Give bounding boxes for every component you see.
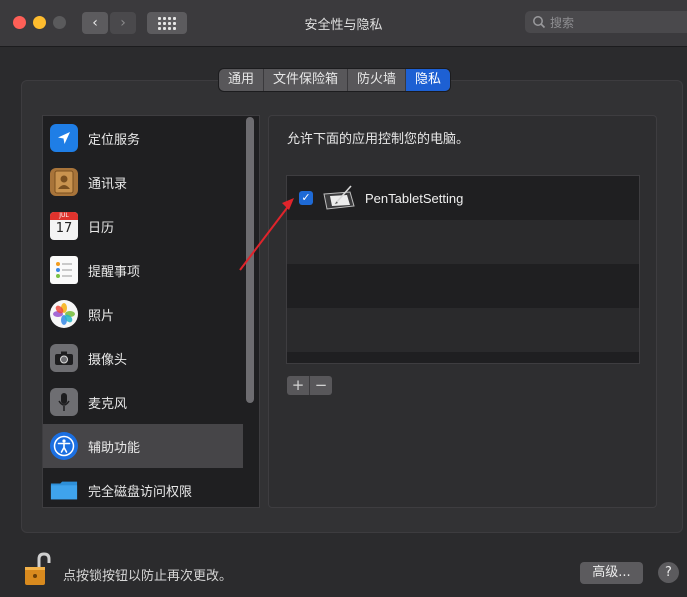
search-icon (533, 16, 546, 29)
sidebar-item-label: 辅助功能 (88, 440, 141, 456)
accessibility-icon (50, 432, 78, 460)
sidebar-item-label: 完全磁盘访问权限 (88, 484, 193, 500)
microphone-icon (50, 388, 78, 416)
sidebar-item-reminders[interactable]: 提醒事项 (43, 248, 243, 292)
search-input[interactable]: 搜索 (525, 11, 687, 33)
camera-icon (50, 344, 78, 372)
sidebar-item-camera[interactable]: 摄像头 (43, 336, 243, 380)
contacts-icon (50, 168, 78, 196)
sidebar-item-contacts[interactable]: 通讯录 (43, 160, 243, 204)
sidebar-item-label: 日历 (88, 220, 115, 236)
search-placeholder: 搜索 (550, 15, 575, 30)
sidebar-item-label: 照片 (88, 308, 115, 324)
tab-firewall[interactable]: 防火墙 (348, 69, 407, 91)
sidebar-item-label: 提醒事项 (88, 264, 141, 280)
list-item[interactable]: ✓ PenTabletSetting (287, 176, 639, 220)
location-icon (50, 124, 78, 152)
reminders-icon (50, 256, 78, 284)
empty-list-row (287, 308, 639, 352)
folder-icon (50, 476, 78, 504)
sidebar-item-location[interactable]: 定位服务 (43, 116, 243, 160)
lock-icon[interactable] (21, 552, 53, 586)
title-bar: ‹ › 安全性与隐私 搜索 (0, 0, 687, 47)
pen-tablet-icon (323, 185, 355, 210)
calendar-month: JUL (50, 212, 78, 220)
sidebar-item-accessibility[interactable]: 辅助功能 (43, 424, 243, 468)
lock-hint: 点按锁按钮以防止再次更改。 (63, 569, 233, 584)
add-remove-control: + − (287, 376, 332, 395)
empty-list-row (287, 220, 639, 264)
tab-filevault[interactable]: 文件保险箱 (264, 69, 349, 91)
checkmark-icon: ✓ (301, 191, 311, 204)
photos-icon (50, 300, 78, 328)
calendar-day: 17 (55, 221, 73, 236)
advanced-button[interactable]: 高级... (580, 562, 643, 584)
sidebar-item-photos[interactable]: 照片 (43, 292, 243, 336)
tab-general[interactable]: 通用 (219, 69, 265, 91)
empty-list-row (287, 264, 639, 308)
sidebar-item-label: 麦克风 (88, 396, 128, 412)
app-name: PenTabletSetting (365, 190, 464, 206)
calendar-icon: JUL 17 (50, 212, 78, 240)
sidebar-item-label: 摄像头 (88, 352, 128, 368)
sidebar-item-microphone[interactable]: 麦克风 (43, 380, 243, 424)
remove-app-button[interactable]: − (310, 376, 332, 395)
sidebar-item-calendar[interactable]: JUL 17 日历 (43, 204, 243, 248)
app-list[interactable]: ✓ PenTabletSetting (286, 175, 640, 364)
sidebar-item-label: 通讯录 (88, 176, 128, 192)
tab-bar: 通用 文件保险箱 防火墙 隐私 (219, 69, 451, 91)
add-app-button[interactable]: + (287, 376, 310, 395)
sidebar-item-full-disk-access[interactable]: 完全磁盘访问权限 (43, 468, 243, 507)
app-enabled-checkbox[interactable]: ✓ (299, 191, 313, 205)
help-button[interactable]: ? (658, 562, 679, 583)
sidebar-scrollbar[interactable] (246, 117, 254, 403)
allow-description: 允许下面的应用控制您的电脑。 (287, 132, 470, 147)
sidebar-item-label: 定位服务 (88, 132, 141, 148)
privacy-category-list[interactable]: 定位服务 通讯录 JUL 17 日历 提醒事项 照片 摄像头 麦克风 辅助功能 … (42, 115, 260, 508)
tab-privacy[interactable]: 隐私 (406, 69, 451, 91)
